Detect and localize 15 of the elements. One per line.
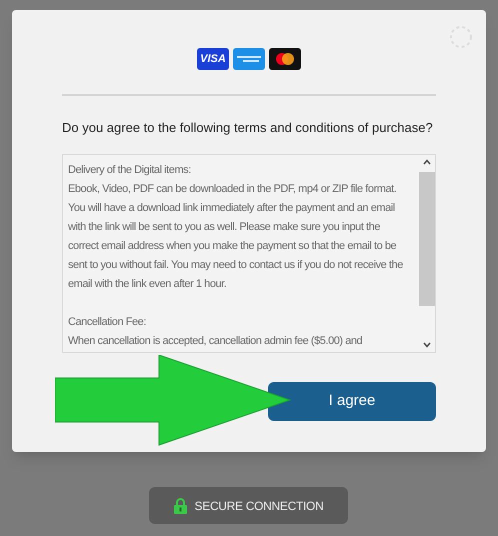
terms-question: Do you agree to the following terms and conditions of purchase? (62, 119, 434, 137)
visa-logo: VISA (197, 48, 229, 70)
secure-label: SECURE CONNECTION (194, 498, 324, 514)
scroll-thumb[interactable] (419, 172, 435, 306)
scroll-down-icon[interactable] (423, 342, 431, 348)
terms-paragraph: Ebook, Video, PDF can be downloaded in the PDF, mp4 or ZIP file format. You will have a download link immediately after the payment and an email with the link will be sent to you as well. Please make sure you input the correct email address when you make the payment so that the email to be sent to you without fail. You may need to contact us if you do not receive the email with the link even after 1 hour. (68, 182, 404, 292)
terms-heading: Cancellation Fee: (68, 314, 147, 330)
lock-icon (174, 498, 187, 514)
mastercard-logo (269, 48, 301, 70)
agree-button[interactable]: I agree (268, 382, 436, 421)
terms-paragraph: When cancellation is accepted, cancellation admin fee ($5.00) and (68, 334, 364, 348)
amex-logo (233, 48, 265, 70)
scroll-up-icon[interactable] (423, 158, 431, 164)
terms-heading: Delivery of the Digital items: (68, 162, 192, 178)
arrow-icon (55, 355, 291, 446)
